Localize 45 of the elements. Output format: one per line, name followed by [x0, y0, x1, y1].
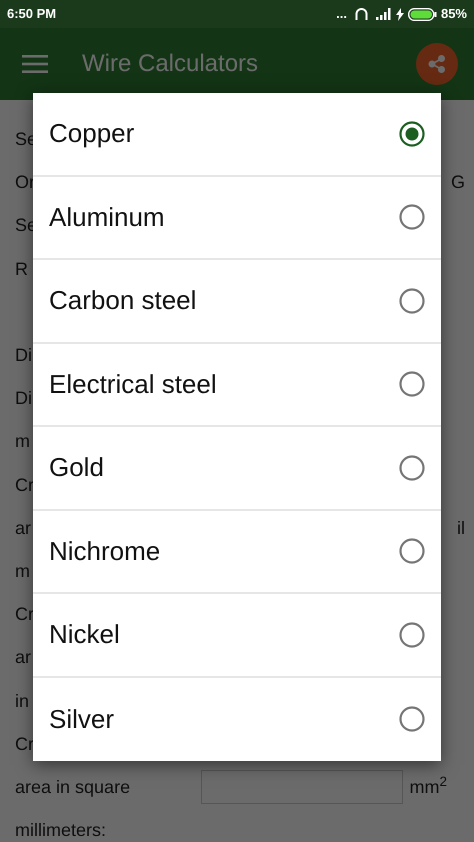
option-row[interactable]: Nickel	[33, 594, 441, 678]
status-time: 6:50 PM	[7, 5, 56, 24]
option-row[interactable]: Silver	[33, 678, 441, 761]
option-row[interactable]: Gold	[33, 427, 441, 510]
status-dots: ...	[336, 5, 347, 24]
form-unit: mm$^{2}$	[409, 774, 447, 799]
input-field[interactable]	[201, 770, 404, 804]
radio-button[interactable]	[399, 454, 425, 481]
battery-icon	[408, 8, 437, 20]
radio-button[interactable]	[399, 204, 425, 230]
form-label: Or	[15, 171, 35, 194]
radio-button[interactable]	[399, 538, 425, 564]
menu-icon[interactable]	[22, 54, 48, 74]
form-label: Di	[15, 344, 32, 368]
form-label: m	[15, 560, 30, 583]
form-label: Di	[15, 387, 32, 410]
form-label: m	[15, 430, 30, 454]
radio-button[interactable]	[399, 706, 425, 732]
option-row[interactable]: Carbon steel	[33, 260, 441, 344]
form-label: R	[15, 258, 28, 281]
charging-icon	[396, 8, 404, 20]
form-label: millimeters:	[15, 819, 106, 842]
form-unit: G	[450, 171, 465, 194]
form-label: Cr	[15, 732, 34, 756]
form-label: ar	[15, 516, 32, 540]
form-label: ar	[15, 646, 32, 670]
option-row[interactable]: Aluminum	[33, 176, 441, 260]
form-unit: il	[457, 516, 465, 540]
app-title: Wire Calculators	[82, 49, 258, 79]
share-icon	[428, 55, 446, 73]
option-row[interactable]: Nichrome	[33, 510, 441, 594]
battery-percent: 85%	[440, 5, 467, 24]
form-label: in	[15, 690, 30, 713]
option-row[interactable]: Electrical steel	[33, 344, 441, 427]
form-label: Cr	[15, 603, 34, 626]
radio-button[interactable]	[399, 288, 425, 314]
option-row[interactable]: Copper	[33, 93, 441, 176]
headphones-icon	[354, 7, 368, 21]
share-button[interactable]	[416, 43, 458, 85]
form-label: Cr	[15, 474, 34, 497]
radio-button[interactable]	[399, 371, 425, 398]
radio-button[interactable]	[399, 120, 425, 147]
signal-icon	[376, 8, 392, 20]
radio-button[interactable]	[399, 622, 425, 648]
form-label: area in square	[15, 776, 130, 799]
